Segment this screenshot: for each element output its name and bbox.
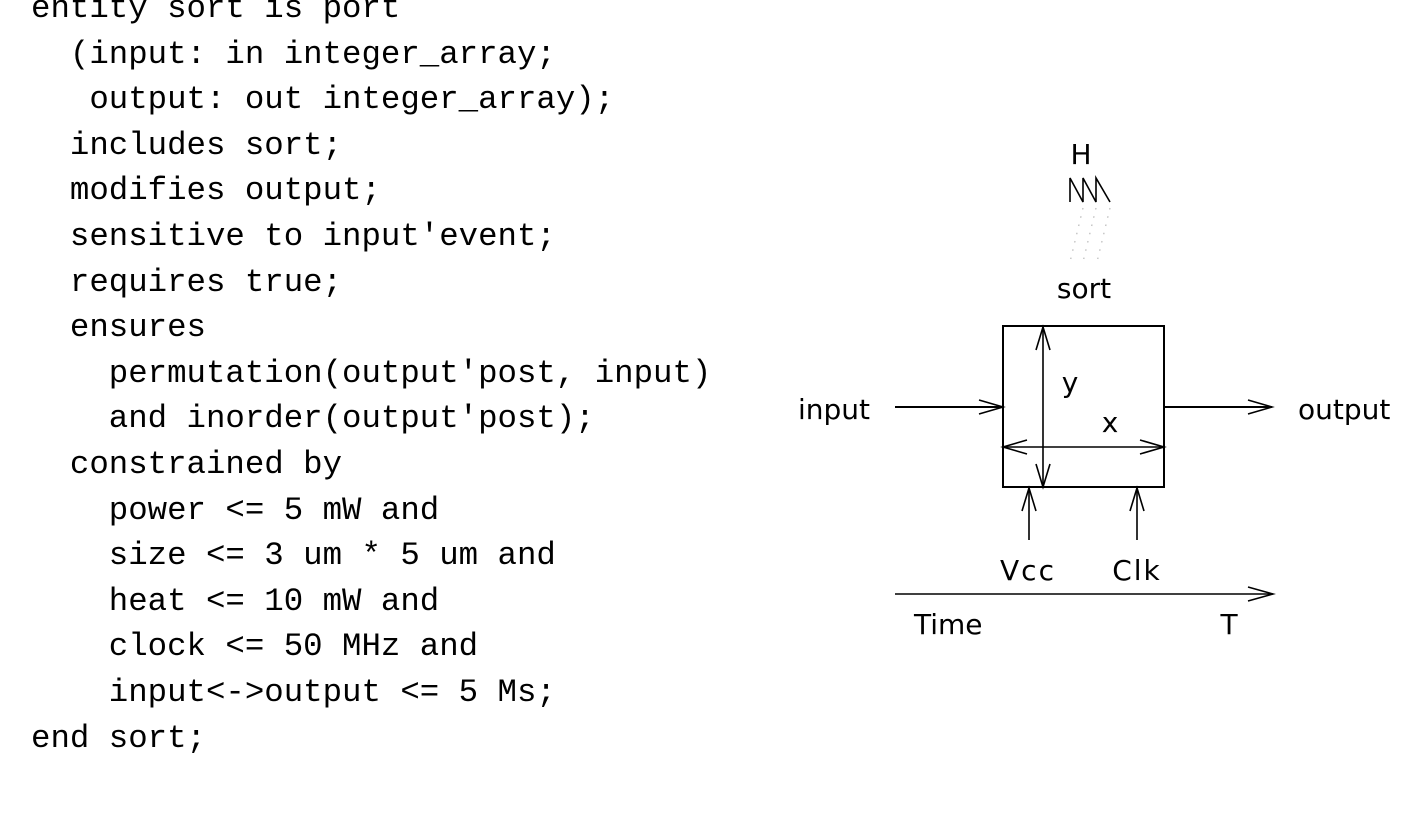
output-arrow (1164, 399, 1275, 415)
sort-block (1002, 325, 1165, 488)
vcc-label: Vcc (1000, 554, 1056, 587)
x-dimension-label: x (1102, 406, 1119, 439)
input-arrow (895, 399, 1006, 415)
heat-label: H (1070, 138, 1091, 171)
x-dimension-arrow (1000, 439, 1167, 455)
heat-dissipation-shadow (1069, 207, 1111, 263)
sort-block-diagram: H sort y x input output Vcc Clk Time T (798, 138, 1390, 641)
sawtooth-heat-icon (1069, 175, 1111, 203)
y-dimension-label: y (1062, 366, 1079, 399)
output-label: output (1298, 393, 1390, 426)
time-axis-label: Time (913, 608, 983, 641)
time-axis-arrow (895, 586, 1276, 602)
vcc-arrow (1021, 485, 1037, 540)
block-label: sort (1057, 272, 1111, 305)
clk-arrow (1129, 485, 1145, 540)
input-label: input (798, 393, 870, 426)
clk-label: Clk (1112, 554, 1162, 587)
y-dimension-arrow (1035, 324, 1051, 490)
time-axis-end-label: T (1219, 608, 1238, 641)
